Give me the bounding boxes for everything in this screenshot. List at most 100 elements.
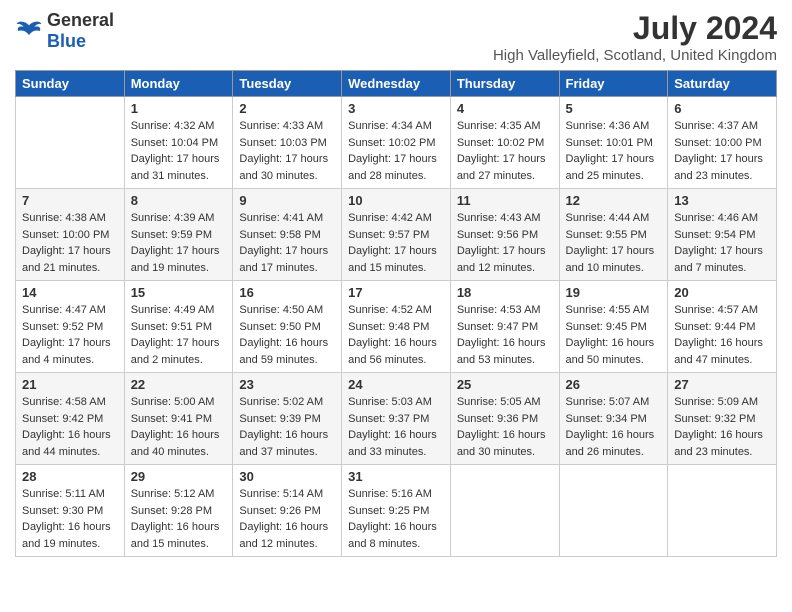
calendar-cell — [16, 97, 125, 189]
calendar-cell: 18 Sunrise: 4:53 AM Sunset: 9:47 PM Dayli… — [450, 281, 559, 373]
day-number: 1 — [131, 101, 227, 116]
day-info: Sunrise: 5:07 AM Sunset: 9:34 PM Dayligh… — [566, 394, 662, 460]
page-header: General Blue July 2024 High Valleyfield,… — [15, 10, 777, 64]
calendar-cell: 31Sunrise: 5:16 AM Sunset: 9:25 PM Dayli… — [342, 465, 451, 557]
day-info: Sunrise: 4:41 AM Sunset: 9:58 PM Dayligh… — [239, 210, 335, 276]
main-title: July 2024 — [493, 10, 777, 47]
day-info: Sunrise: 4:35 AM Sunset: 10:02 PM Daylig… — [457, 118, 553, 184]
calendar-cell: 16 Sunrise: 4:50 AM Sunset: 9:50 PM Dayli… — [233, 281, 342, 373]
calendar-cell: 24 Sunrise: 5:03 AM Sunset: 9:37 PM Dayli… — [342, 373, 451, 465]
day-info: Sunrise: 5:12 AM Sunset: 9:28 PM Dayligh… — [131, 486, 227, 552]
day-header-friday: Friday — [559, 71, 668, 97]
calendar-cell: 29 Sunrise: 5:12 AM Sunset: 9:28 PM Dayli… — [124, 465, 233, 557]
day-number: 31 — [348, 469, 444, 484]
day-number: 3 — [348, 101, 444, 116]
calendar-cell — [450, 465, 559, 557]
calendar-cell: 22 Sunrise: 5:00 AM Sunset: 9:41 PM Dayli… — [124, 373, 233, 465]
day-info: Sunrise: 4:32 AM Sunset: 10:04 PM Daylig… — [131, 118, 227, 184]
calendar-cell: 26Sunrise: 5:07 AM Sunset: 9:34 PM Dayli… — [559, 373, 668, 465]
day-number: 21 — [22, 377, 118, 392]
day-number: 17 — [348, 285, 444, 300]
day-number: 19 — [566, 285, 662, 300]
logo: General Blue — [15, 10, 114, 52]
day-info: Sunrise: 4:57 AM Sunset: 9:44 PM Dayligh… — [674, 302, 770, 368]
day-info: Sunrise: 4:50 AM Sunset: 9:50 PM Dayligh… — [239, 302, 335, 368]
day-info: Sunrise: 4:49 AM Sunset: 9:51 PM Dayligh… — [131, 302, 227, 368]
day-number: 13 — [674, 193, 770, 208]
day-info: Sunrise: 4:42 AM Sunset: 9:57 PM Dayligh… — [348, 210, 444, 276]
calendar-cell: 10Sunrise: 4:42 AM Sunset: 9:57 PM Dayli… — [342, 189, 451, 281]
calendar-cell: 30 Sunrise: 5:14 AM Sunset: 9:26 PM Dayli… — [233, 465, 342, 557]
calendar-cell: 3 Sunrise: 4:34 AM Sunset: 10:02 PM Dayli… — [342, 97, 451, 189]
calendar-cell: 14Sunrise: 4:47 AM Sunset: 9:52 PM Dayli… — [16, 281, 125, 373]
calendar-cell: 9 Sunrise: 4:41 AM Sunset: 9:58 PM Daylig… — [233, 189, 342, 281]
calendar-cell: 12 Sunrise: 4:44 AM Sunset: 9:55 PM Dayli… — [559, 189, 668, 281]
day-number: 29 — [131, 469, 227, 484]
logo-text-blue: Blue — [47, 31, 86, 51]
logo-icon — [15, 20, 43, 42]
day-number: 4 — [457, 101, 553, 116]
day-info: Sunrise: 5:02 AM Sunset: 9:39 PM Dayligh… — [239, 394, 335, 460]
day-number: 14 — [22, 285, 118, 300]
day-number: 16 — [239, 285, 335, 300]
day-info: Sunrise: 4:39 AM Sunset: 9:59 PM Dayligh… — [131, 210, 227, 276]
day-info: Sunrise: 4:58 AM Sunset: 9:42 PM Dayligh… — [22, 394, 118, 460]
day-number: 30 — [239, 469, 335, 484]
day-number: 23 — [239, 377, 335, 392]
calendar-cell: 27Sunrise: 5:09 AM Sunset: 9:32 PM Dayli… — [668, 373, 777, 465]
day-info: Sunrise: 5:14 AM Sunset: 9:26 PM Dayligh… — [239, 486, 335, 552]
day-info: Sunrise: 5:03 AM Sunset: 9:37 PM Dayligh… — [348, 394, 444, 460]
calendar-cell: 6 Sunrise: 4:37 AM Sunset: 10:00 PM Dayli… — [668, 97, 777, 189]
day-info: Sunrise: 5:11 AM Sunset: 9:30 PM Dayligh… — [22, 486, 118, 552]
day-number: 18 — [457, 285, 553, 300]
day-info: Sunrise: 4:37 AM Sunset: 10:00 PM Daylig… — [674, 118, 770, 184]
day-header-tuesday: Tuesday — [233, 71, 342, 97]
calendar-cell: 19 Sunrise: 4:55 AM Sunset: 9:45 PM Dayli… — [559, 281, 668, 373]
calendar-table: SundayMondayTuesdayWednesdayThursdayFrid… — [15, 70, 777, 557]
calendar-cell: 23 Sunrise: 5:02 AM Sunset: 9:39 PM Dayli… — [233, 373, 342, 465]
day-info: Sunrise: 4:44 AM Sunset: 9:55 PM Dayligh… — [566, 210, 662, 276]
calendar-cell: 8 Sunrise: 4:39 AM Sunset: 9:59 PM Daylig… — [124, 189, 233, 281]
day-info: Sunrise: 5:00 AM Sunset: 9:41 PM Dayligh… — [131, 394, 227, 460]
calendar-cell: 28 Sunrise: 5:11 AM Sunset: 9:30 PM Dayli… — [16, 465, 125, 557]
day-number: 15 — [131, 285, 227, 300]
calendar-cell: 21 Sunrise: 4:58 AM Sunset: 9:42 PM Dayli… — [16, 373, 125, 465]
calendar-cell: 15 Sunrise: 4:49 AM Sunset: 9:51 PM Dayli… — [124, 281, 233, 373]
day-info: Sunrise: 5:05 AM Sunset: 9:36 PM Dayligh… — [457, 394, 553, 460]
day-info: Sunrise: 4:55 AM Sunset: 9:45 PM Dayligh… — [566, 302, 662, 368]
day-info: Sunrise: 4:53 AM Sunset: 9:47 PM Dayligh… — [457, 302, 553, 368]
day-number: 9 — [239, 193, 335, 208]
calendar-cell: 20 Sunrise: 4:57 AM Sunset: 9:44 PM Dayli… — [668, 281, 777, 373]
day-number: 12 — [566, 193, 662, 208]
calendar-cell — [668, 465, 777, 557]
calendar-cell: 5Sunrise: 4:36 AM Sunset: 10:01 PM Dayli… — [559, 97, 668, 189]
calendar-cell — [559, 465, 668, 557]
subtitle: High Valleyfield, Scotland, United Kingd… — [493, 47, 777, 64]
day-info: Sunrise: 4:52 AM Sunset: 9:48 PM Dayligh… — [348, 302, 444, 368]
day-number: 6 — [674, 101, 770, 116]
calendar-cell: 7 Sunrise: 4:38 AM Sunset: 10:00 PM Dayli… — [16, 189, 125, 281]
day-header-monday: Monday — [124, 71, 233, 97]
day-number: 11 — [457, 193, 553, 208]
day-header-saturday: Saturday — [668, 71, 777, 97]
title-area: July 2024 High Valleyfield, Scotland, Un… — [493, 10, 777, 64]
day-number: 28 — [22, 469, 118, 484]
day-number: 25 — [457, 377, 553, 392]
calendar-cell: 4 Sunrise: 4:35 AM Sunset: 10:02 PM Dayli… — [450, 97, 559, 189]
day-number: 7 — [22, 193, 118, 208]
day-header-sunday: Sunday — [16, 71, 125, 97]
day-info: Sunrise: 4:46 AM Sunset: 9:54 PM Dayligh… — [674, 210, 770, 276]
day-info: Sunrise: 4:38 AM Sunset: 10:00 PM Daylig… — [22, 210, 118, 276]
day-number: 22 — [131, 377, 227, 392]
day-number: 20 — [674, 285, 770, 300]
day-info: Sunrise: 4:36 AM Sunset: 10:01 PM Daylig… — [566, 118, 662, 184]
day-info: Sunrise: 4:43 AM Sunset: 9:56 PM Dayligh… — [457, 210, 553, 276]
calendar-cell: 11 Sunrise: 4:43 AM Sunset: 9:56 PM Dayli… — [450, 189, 559, 281]
day-info: Sunrise: 4:34 AM Sunset: 10:02 PM Daylig… — [348, 118, 444, 184]
day-header-wednesday: Wednesday — [342, 71, 451, 97]
calendar-cell: 1 Sunrise: 4:32 AM Sunset: 10:04 PM Dayli… — [124, 97, 233, 189]
day-number: 8 — [131, 193, 227, 208]
day-number: 24 — [348, 377, 444, 392]
day-number: 27 — [674, 377, 770, 392]
day-number: 2 — [239, 101, 335, 116]
